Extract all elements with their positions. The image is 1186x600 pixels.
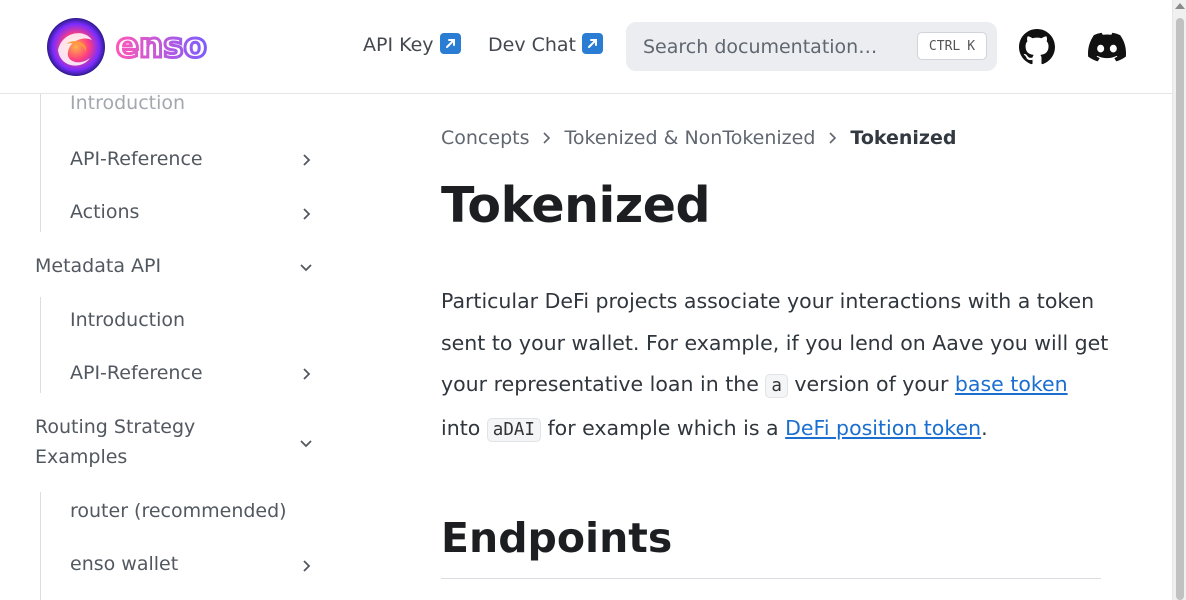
enso-logo[interactable]: enso xyxy=(44,14,254,80)
logo-wordmark: enso xyxy=(116,26,207,66)
scroll-up-arrow-icon[interactable] xyxy=(1175,3,1185,9)
api-key-link[interactable]: API Key xyxy=(363,33,461,56)
chevron-right-icon[interactable] xyxy=(299,367,313,381)
paragraph-text: for example which is a xyxy=(540,415,786,440)
breadcrumb-tokenized-nontokenized[interactable]: Tokenized & NonTokenized xyxy=(564,127,815,149)
dev-chat-label: Dev Chat xyxy=(488,34,577,56)
dev-chat-link[interactable]: Dev Chat xyxy=(488,33,604,56)
section-heading-endpoints: Endpoints xyxy=(441,514,673,562)
inline-code: a xyxy=(765,374,788,398)
scrollbar-thumb[interactable] xyxy=(1176,18,1184,600)
sidebar-item-introduction[interactable]: Introduction xyxy=(70,309,185,331)
navbar: enso API Key Dev Chat Search documentati… xyxy=(0,0,1172,94)
chevron-right-icon[interactable] xyxy=(299,207,313,221)
category-label-line1: Routing Strategy xyxy=(35,416,196,438)
breadcrumb: Concepts Tokenized & NonTokenized Tokeni… xyxy=(441,127,956,149)
kbd-key: K xyxy=(967,38,976,54)
external-link-icon xyxy=(439,33,461,54)
heading-divider xyxy=(441,578,1101,579)
external-link-icon xyxy=(582,33,604,54)
sidebar-guide-line xyxy=(40,492,41,600)
chevron-right-icon xyxy=(829,132,837,144)
chevron-right-icon[interactable] xyxy=(299,559,313,573)
defi-position-token-link[interactable]: DeFi position token xyxy=(785,416,981,440)
chevron-down-icon[interactable] xyxy=(299,260,313,274)
sidebar-item-enso-wallet[interactable]: enso wallet xyxy=(70,553,178,575)
sidebar-item-introduction[interactable]: Introduction xyxy=(70,94,185,114)
discord-icon[interactable] xyxy=(1087,27,1127,67)
keyboard-shortcut-hint: CTRL K xyxy=(917,32,987,60)
base-token-link[interactable]: base token xyxy=(955,372,1068,396)
sidebar: Introduction API-Reference Actions Metad… xyxy=(0,94,340,600)
kbd-ctrl: CTRL xyxy=(928,38,961,54)
intro-paragraph: Particular DeFi projects associate your … xyxy=(441,281,1111,451)
github-icon[interactable] xyxy=(1017,27,1057,67)
sidebar-guide-line xyxy=(40,297,41,393)
sidebar-item-api-reference[interactable]: API-Reference xyxy=(70,148,203,170)
sidebar-item-router-recommended[interactable]: router (recommended) xyxy=(70,500,287,522)
sidebar-item-actions[interactable]: Actions xyxy=(70,201,139,223)
api-key-label: API Key xyxy=(363,34,434,56)
page-scrollbar[interactable] xyxy=(1172,0,1186,600)
paragraph-text: . xyxy=(981,415,988,440)
search-placeholder: Search documentation… xyxy=(643,36,878,58)
inline-code: aDAI xyxy=(486,417,541,442)
chevron-right-icon[interactable] xyxy=(299,153,313,167)
breadcrumb-current: Tokenized xyxy=(850,127,957,149)
paragraph-text: version of your xyxy=(787,372,955,396)
chevron-right-icon xyxy=(543,132,551,144)
paragraph-text: into xyxy=(441,415,487,440)
chevron-down-icon[interactable] xyxy=(299,436,313,450)
sidebar-category-routing-strategy-examples[interactable]: Routing Strategy Examples xyxy=(35,412,195,472)
sidebar-category-metadata-api[interactable]: Metadata API xyxy=(35,255,161,277)
category-label-line2: Examples xyxy=(35,446,128,468)
sidebar-item-api-reference[interactable]: API-Reference xyxy=(70,362,203,384)
sidebar-guide-line xyxy=(40,94,41,232)
breadcrumb-concepts[interactable]: Concepts xyxy=(441,127,529,149)
page-title: Tokenized xyxy=(441,177,711,234)
